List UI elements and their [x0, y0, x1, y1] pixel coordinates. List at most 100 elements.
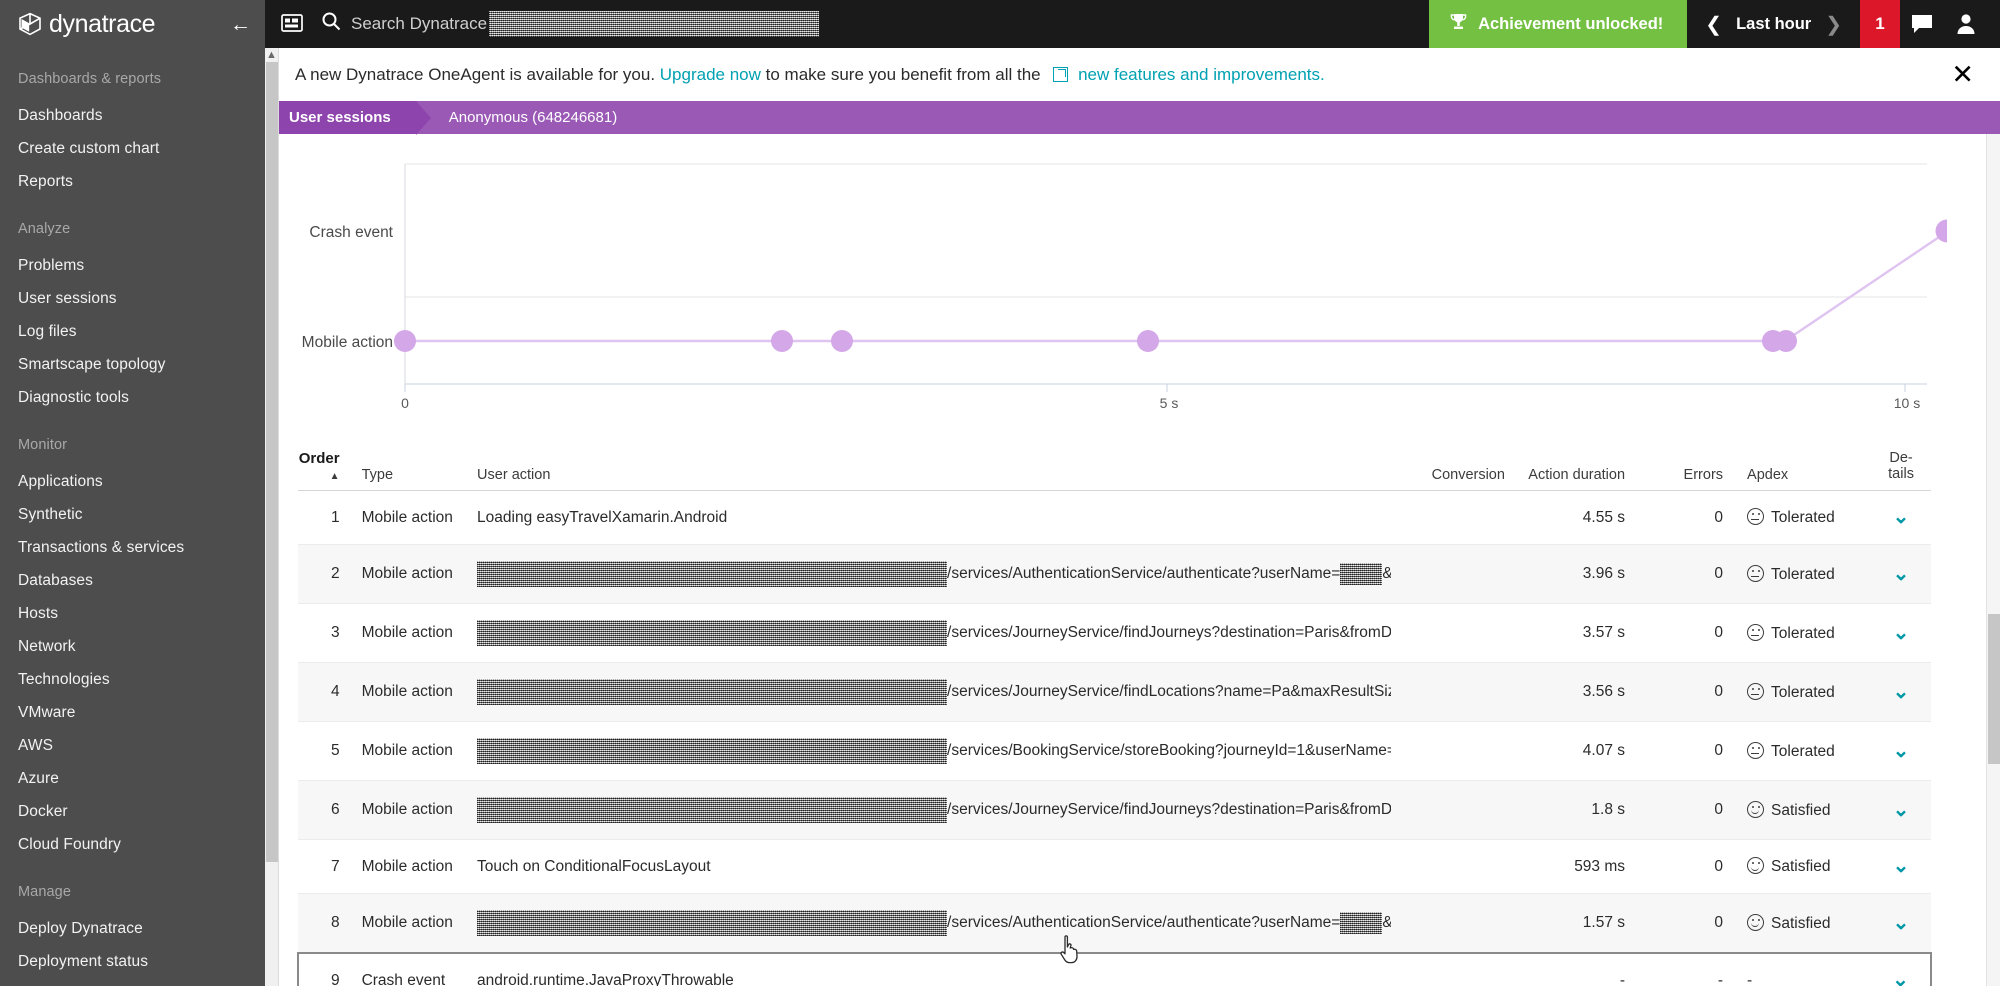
- chevron-down-icon[interactable]: ⌄: [1893, 622, 1910, 644]
- chevron-down-icon[interactable]: ⌄: [1893, 563, 1910, 585]
- sidebar-item-create-custom-chart[interactable]: Create custom chart: [0, 132, 265, 165]
- sidebar-item-dashboards[interactable]: Dashboards: [0, 99, 265, 132]
- col-apdex[interactable]: Apdex: [1737, 450, 1872, 491]
- cell-order: 2: [298, 544, 350, 604]
- cell-details[interactable]: ⌄: [1871, 893, 1931, 954]
- chevron-down-icon[interactable]: ⌄: [1892, 969, 1909, 986]
- sidebar-item-applications[interactable]: Applications: [0, 465, 265, 498]
- cell-user-action[interactable]: /services/BookingService/storeBooking?jo…: [463, 721, 1392, 781]
- scroll-up-arrow-icon[interactable]: ▲: [265, 48, 278, 62]
- table-row[interactable]: 7 Mobile action Touch on ConditionalFocusL…: [298, 839, 1931, 894]
- cell-user-action[interactable]: Loading easyTravelXamarin.Android: [463, 490, 1392, 545]
- upgrade-now-link[interactable]: Upgrade now: [660, 65, 761, 84]
- achievement-banner[interactable]: Achievement unlocked!: [1429, 0, 1688, 48]
- table-row[interactable]: 4 Mobile action/services/JourneyService/f…: [298, 662, 1931, 722]
- chevron-right-icon[interactable]: ❯: [1811, 12, 1856, 37]
- sidebar-item-network[interactable]: Network: [0, 630, 265, 663]
- cell-details[interactable]: ⌄: [1871, 952, 1932, 986]
- sidebar-item-synthetic[interactable]: Synthetic: [0, 498, 265, 531]
- cell-details[interactable]: ⌄: [1871, 603, 1931, 663]
- sidebar-item-vmware[interactable]: VMware: [0, 696, 265, 729]
- y-label-mobile-action: Mobile action: [302, 334, 393, 351]
- outer-scrollbar[interactable]: ▲: [265, 48, 279, 986]
- cell-errors: 0: [1639, 893, 1738, 954]
- content-scroll-area: Crash event Mobile action 0 5 s 10 s Ord…: [265, 134, 2000, 986]
- sort-ascending-icon[interactable]: ▲: [330, 471, 340, 482]
- new-features-link[interactable]: new features and improvements.: [1078, 65, 1325, 84]
- search-input[interactable]: Search Dynatrace: [321, 11, 820, 37]
- cell-details[interactable]: ⌄: [1871, 544, 1931, 604]
- table-row[interactable]: 9 Crash event android.runtime.JavaProxyThr…: [297, 952, 1932, 986]
- cell-order: 1: [298, 490, 350, 545]
- cell-errors: 0: [1639, 721, 1738, 781]
- sidebar-item-log-files[interactable]: Log files: [0, 315, 265, 348]
- user-icon[interactable]: [1944, 0, 1988, 48]
- page-scrollbar[interactable]: [1986, 134, 2000, 986]
- cell-details[interactable]: ⌄: [1871, 490, 1931, 545]
- cell-action-duration: 4.07 s: [1504, 721, 1640, 781]
- outer-scroll-thumb[interactable]: [266, 62, 278, 862]
- col-type[interactable]: Type: [349, 450, 464, 491]
- sidebar-item-docker[interactable]: Docker: [0, 795, 265, 828]
- col-action-duration[interactable]: Action duration: [1504, 450, 1640, 491]
- chevron-down-icon[interactable]: ⌄: [1893, 855, 1910, 877]
- chevron-left-icon[interactable]: ❮: [1691, 12, 1736, 37]
- breadcrumb-item-user-sessions[interactable]: User sessions: [265, 101, 431, 135]
- cell-details[interactable]: ⌄: [1871, 721, 1931, 781]
- close-icon[interactable]: ✕: [1951, 61, 1974, 88]
- cell-details[interactable]: ⌄: [1871, 780, 1931, 840]
- chevron-down-icon[interactable]: ⌄: [1893, 506, 1910, 528]
- table-row[interactable]: 2 Mobile action/services/AuthenticationSe…: [298, 544, 1931, 604]
- sidebar-item-technologies[interactable]: Technologies: [0, 663, 265, 696]
- sidebar-section-manage: Manage: [18, 884, 71, 900]
- sidebar-item-aws[interactable]: AWS: [0, 729, 265, 762]
- table-row[interactable]: 5 Mobile action/services/BookingService/s…: [298, 721, 1931, 781]
- sidebar-item-deploy-dynatrace[interactable]: Deploy Dynatrace: [0, 912, 265, 945]
- sidebar-section-analyze: Analyze: [18, 221, 71, 237]
- cell-user-action[interactable]: /services/AuthenticationService/authenti…: [463, 893, 1392, 954]
- col-conversion[interactable]: Conversion: [1391, 450, 1505, 491]
- cell-user-action[interactable]: Touch on ConditionalFocusLayout: [463, 839, 1392, 894]
- sidebar-item-transactions-services[interactable]: Transactions & services: [0, 531, 265, 564]
- sidebar-item-hosts[interactable]: Hosts: [0, 597, 265, 630]
- chevron-down-icon[interactable]: ⌄: [1893, 799, 1910, 821]
- cell-details[interactable]: ⌄: [1871, 839, 1931, 894]
- sidebar-item-problems[interactable]: Problems: [0, 249, 265, 282]
- alert-count-badge[interactable]: 1: [1860, 0, 1900, 48]
- breadcrumb-item-anonymous[interactable]: Anonymous (648246681): [417, 101, 637, 134]
- search-icon: [321, 11, 341, 37]
- page-scroll-thumb[interactable]: [1988, 614, 2000, 764]
- cell-user-action[interactable]: /services/JourneyService/findJourneys?de…: [463, 603, 1392, 663]
- chevron-down-icon[interactable]: ⌄: [1893, 740, 1910, 762]
- sidebar-item-reports[interactable]: Reports: [0, 165, 265, 198]
- sidebar-item-cloud-foundry[interactable]: Cloud Foundry: [0, 828, 265, 861]
- sidebar-item-diagnostic-tools[interactable]: Diagnostic tools: [0, 381, 265, 414]
- chevron-down-icon[interactable]: ⌄: [1893, 681, 1910, 703]
- chevron-down-icon[interactable]: ⌄: [1893, 912, 1910, 934]
- sidebar-item-deployment-status[interactable]: Deployment status: [0, 945, 265, 978]
- user-action-text: /services/AuthenticationService/authenti…: [947, 565, 1341, 583]
- table-row[interactable]: 8 Mobile action/services/AuthenticationSe…: [298, 893, 1931, 954]
- sidebar-collapse-icon[interactable]: ←: [230, 14, 251, 35]
- cell-type: Mobile action: [349, 780, 464, 840]
- chat-icon[interactable]: [1900, 0, 1944, 48]
- cell-user-action[interactable]: android.runtime.JavaProxyThrowable: [463, 952, 1392, 986]
- dashboard-grid-icon[interactable]: [277, 14, 307, 34]
- col-order[interactable]: Order ▲: [298, 450, 350, 491]
- table-row[interactable]: 6 Mobile action/services/JourneyService/f…: [298, 780, 1931, 840]
- cell-user-action[interactable]: /services/AuthenticationService/authenti…: [463, 544, 1392, 604]
- timeframe-label[interactable]: Last hour: [1736, 15, 1811, 34]
- cell-user-action[interactable]: /services/JourneyService/findJourneys?de…: [463, 780, 1392, 840]
- table-row[interactable]: 3 Mobile action/services/JourneyService/f…: [298, 603, 1931, 663]
- sidebar-item-smartscape-topology[interactable]: Smartscape topology: [0, 348, 265, 381]
- col-user-action[interactable]: User action: [463, 450, 1392, 491]
- cell-details[interactable]: ⌄: [1871, 662, 1931, 722]
- table-row[interactable]: 1 Mobile action Loading easyTravelXamarin.…: [298, 490, 1931, 545]
- cell-user-action[interactable]: /services/JourneyService/findLocations?n…: [463, 662, 1392, 722]
- sidebar-item-databases[interactable]: Databases: [0, 564, 265, 597]
- sidebar-item-user-sessions[interactable]: User sessions: [0, 282, 265, 315]
- timeframe-selector[interactable]: ❮ Last hour ❯: [1687, 0, 1860, 48]
- sidebar-item-azure[interactable]: Azure: [0, 762, 265, 795]
- col-errors[interactable]: Errors: [1639, 450, 1738, 491]
- event-point: [1137, 330, 1159, 352]
